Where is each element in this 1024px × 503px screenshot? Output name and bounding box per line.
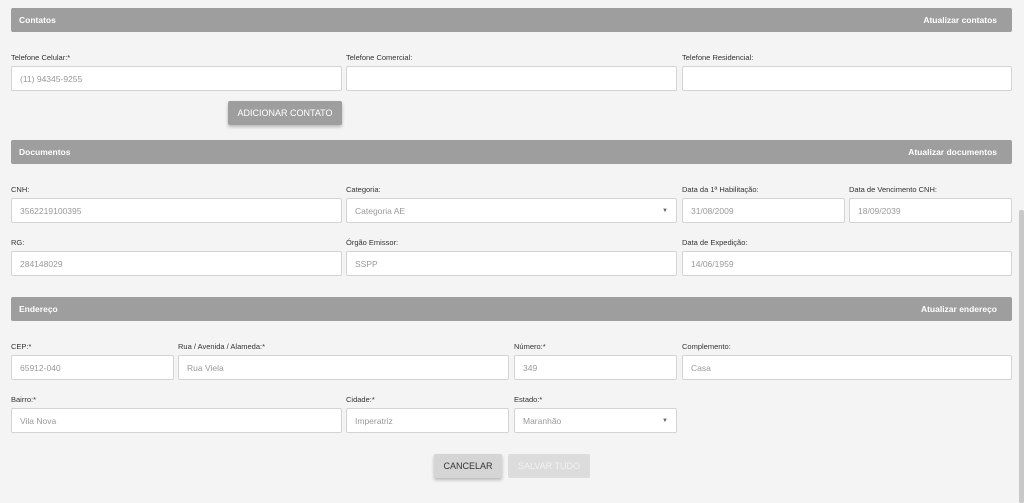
telefone-residencial-label: Telefone Residencial: (682, 53, 754, 62)
data-habilitacao-input[interactable] (682, 198, 845, 223)
documentos-title: Documentos (19, 147, 71, 157)
numero-label: Número:* (514, 342, 546, 351)
cidade-label: Cidade:* (346, 395, 375, 404)
cnh-label: CNH: (11, 185, 30, 194)
data-habilitacao-label: Data da 1ª Habilitação: (682, 185, 759, 194)
bairro-input[interactable] (11, 408, 342, 433)
orgao-emissor-label: Órgão Emissor: (346, 238, 399, 247)
cidade-input[interactable] (346, 408, 509, 433)
bairro-label: Bairro:* (11, 395, 37, 404)
estado-value: Maranhão (523, 415, 562, 426)
rg-label: RG: (11, 238, 25, 247)
categoria-value: Categoria AE (355, 205, 406, 216)
data-expedicao-input[interactable] (682, 251, 1012, 276)
numero-input[interactable] (514, 355, 677, 380)
telefone-comercial-input[interactable] (346, 66, 677, 91)
data-vencimento-input[interactable] (849, 198, 1012, 223)
atualizar-documentos-link[interactable]: Atualizar documentos (908, 147, 997, 157)
rua-input[interactable] (178, 355, 509, 380)
categoria-label: Categoria: (346, 185, 381, 194)
save-all-button[interactable]: Salvar tudo (508, 454, 590, 478)
rua-label: Rua / Avenida / Alameda:* (178, 342, 266, 351)
estado-select[interactable]: Maranhão ▼ (514, 408, 677, 433)
adicionar-contato-button[interactable]: Adicionar contato (228, 101, 342, 125)
telefone-comercial-label: Telefone Comercial: (346, 53, 413, 62)
chevron-down-icon: ▼ (662, 417, 668, 424)
contatos-title: Contatos (19, 15, 56, 25)
estado-label: Estado:* (514, 395, 543, 404)
categoria-select[interactable]: Categoria AE ▼ (346, 198, 677, 223)
orgao-emissor-input[interactable] (346, 251, 677, 276)
cep-label: CEP:* (11, 342, 32, 351)
endereco-title: Endereço (19, 304, 58, 314)
telefone-celular-label: Telefone Celular:* (11, 53, 71, 62)
chevron-down-icon: ▼ (662, 207, 668, 214)
data-expedicao-label: Data de Expedição: (682, 238, 748, 247)
documentos-section-header: Documentos Atualizar documentos (11, 140, 1012, 164)
telefone-celular-input[interactable] (11, 66, 342, 91)
complemento-label: Complemento: (682, 342, 731, 351)
atualizar-contatos-link[interactable]: Atualizar contatos (923, 15, 997, 25)
rg-input[interactable] (11, 251, 342, 276)
complemento-input[interactable] (682, 355, 1012, 380)
atualizar-endereco-link[interactable]: Atualizar endereço (921, 304, 997, 314)
contatos-section-header: Contatos Atualizar contatos (11, 8, 1012, 32)
cep-input[interactable] (11, 355, 174, 380)
cnh-input[interactable] (11, 198, 342, 223)
endereco-section-header: Endereço Atualizar endereço (11, 297, 1012, 321)
cancel-button[interactable]: Cancelar (434, 454, 502, 478)
telefone-residencial-input[interactable] (682, 66, 1012, 91)
scrollbar[interactable] (1019, 210, 1024, 503)
data-vencimento-label: Data de Vencimento CNH: (849, 185, 937, 194)
